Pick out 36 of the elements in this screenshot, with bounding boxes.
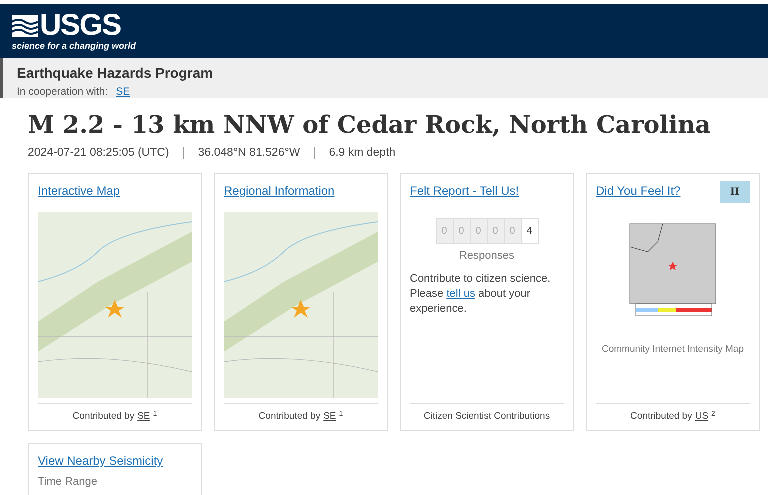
time-range-label: Time Range: [38, 476, 99, 488]
cooperation-label: In cooperation with:: [17, 86, 108, 98]
event-time: 2024-07-21 08:25:05 (UTC): [28, 147, 170, 159]
counter-digit: 0: [470, 219, 488, 243]
logo-text[interactable]: USGS: [40, 12, 122, 40]
event-title: M 2.2 - 13 km NNW of Cedar Rock, North Carolina: [28, 110, 711, 139]
footer-text: Contributed by: [630, 411, 692, 422]
responses-label: Responses: [459, 250, 515, 262]
tell-us-link[interactable]: tell us: [446, 288, 476, 300]
footnote-mark: 2: [712, 411, 716, 420]
source-link[interactable]: SE: [138, 411, 150, 422]
card-title-link[interactable]: Regional Information: [224, 184, 335, 198]
footer-text: Citizen Scientist Contributions: [424, 411, 550, 422]
source-link[interactable]: US: [695, 411, 709, 422]
event-depth: 6.9 km depth: [314, 147, 410, 159]
contribute-text: Contribute to citizen science. Please tell us about your experience.: [410, 272, 552, 317]
event-location: 36.048°N 81.526°W: [183, 147, 314, 159]
card-title-link[interactable]: Did You Feel It?: [596, 184, 681, 198]
program-title: Earthquake Hazards Program: [17, 65, 214, 81]
waves-icon: [12, 14, 38, 36]
footer-text: Contributed by: [72, 411, 135, 422]
card-title-link[interactable]: View Nearby Seismicity: [38, 454, 164, 468]
counter-digit: 0: [454, 219, 470, 243]
counter-digit: 0: [488, 219, 504, 243]
map-caption: Community Internet Intensity Map: [600, 344, 746, 355]
counter-digit: 0: [436, 219, 454, 243]
footer-text: Contributed by: [258, 411, 321, 422]
card-title-link[interactable]: Interactive Map: [38, 184, 120, 198]
source-link[interactable]: SE: [324, 411, 336, 422]
card-title-link[interactable]: Felt Report - Tell Us!: [410, 184, 520, 198]
cooperation-link[interactable]: SE: [116, 86, 130, 98]
tagline: science for a changing world: [12, 40, 136, 50]
counter-digit: 0: [504, 219, 522, 243]
footnote-mark: 1: [153, 411, 158, 420]
intensity-badge: II: [720, 181, 750, 203]
footnote-mark: 1: [339, 411, 344, 420]
